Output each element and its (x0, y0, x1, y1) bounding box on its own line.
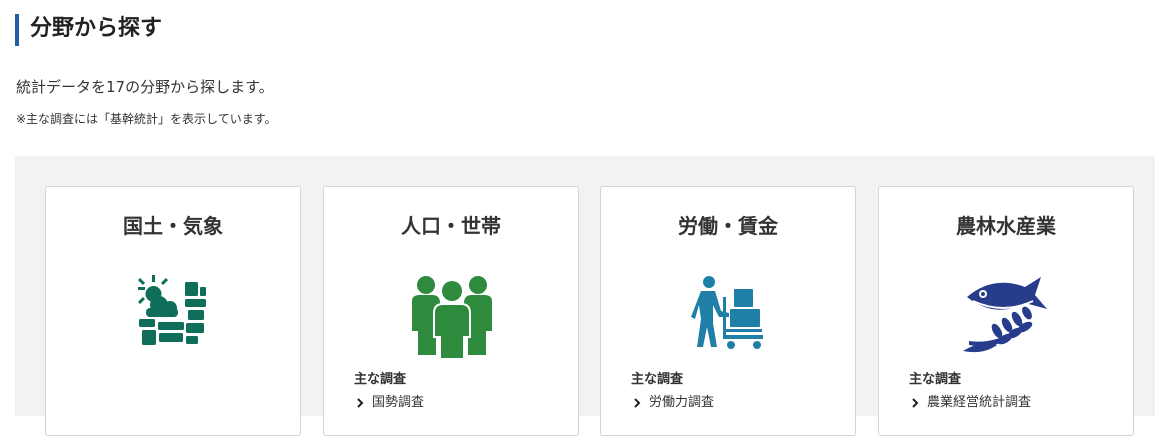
survey-link-census[interactable]: 国勢調査 (354, 394, 424, 412)
category-panel: 国土・気象 人口・世帯 主な調査 国勢調査 労働・賃金 主な調査 労働力調査 農… (15, 156, 1155, 436)
survey-heading: 主な調査 (354, 372, 407, 387)
page-title: 分野から探す (30, 16, 163, 41)
survey-heading: 主な調査 (631, 372, 684, 387)
card-title: 国土・気象 (123, 214, 223, 238)
survey-link-label: 国勢調査 (372, 395, 425, 410)
survey-link-farm-management[interactable]: 農業経営統計調査 (909, 394, 1031, 412)
category-card-land-weather[interactable]: 国土・気象 (45, 186, 301, 436)
survey-link-labour-force[interactable]: 労働力調査 (631, 394, 714, 412)
people-group-icon (408, 275, 496, 359)
chevron-right-icon (909, 397, 921, 409)
survey-heading: 主な調査 (909, 372, 962, 387)
worker-cart-icon (685, 275, 773, 359)
chevron-right-icon (354, 397, 366, 409)
lead-text: 統計データを17の分野から探します。 (16, 78, 274, 96)
note-text: ※主な調査には「基幹統計」を表示しています。 (16, 112, 277, 126)
card-title: 労働・賃金 (678, 214, 778, 238)
survey-link-label: 労働力調査 (649, 395, 715, 410)
card-title: 人口・世帯 (401, 214, 501, 238)
card-title: 農林水産業 (956, 214, 1056, 238)
category-card-agriculture-forestry-fisheries[interactable]: 農林水産業 主な調査 農業経営統計調査 (878, 186, 1134, 436)
title-accent-bar (15, 14, 19, 46)
category-card-labor-wages[interactable]: 労働・賃金 主な調査 労働力調査 (600, 186, 856, 436)
weather-land-icon (130, 275, 218, 359)
fish-wheat-icon (963, 275, 1051, 359)
chevron-right-icon (631, 397, 643, 409)
survey-link-label: 農業経営統計調査 (927, 395, 1032, 410)
category-card-population-households[interactable]: 人口・世帯 主な調査 国勢調査 (323, 186, 579, 436)
